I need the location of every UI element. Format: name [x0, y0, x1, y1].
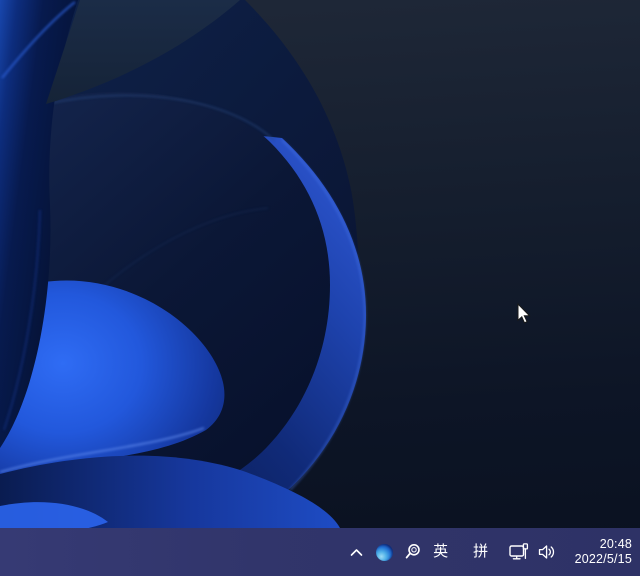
ime-pinyin-button[interactable]: 拼: [471, 536, 491, 568]
chevron-up-icon: [350, 548, 363, 557]
safely-remove-hardware-icon: [509, 543, 529, 561]
taskbar: 英 拼 20:48 2022/: [0, 528, 640, 576]
clock[interactable]: 20:48 2022/5/15: [575, 537, 632, 567]
ime-language-button[interactable]: 英: [431, 536, 451, 568]
safely-remove-hardware-button[interactable]: [509, 536, 529, 568]
clock-time: 20:48: [575, 537, 632, 552]
system-tray: 英 拼 20:48 2022/: [347, 528, 640, 576]
magnifier-tray-button[interactable]: [403, 536, 423, 568]
edge-sphere-icon: [376, 544, 393, 561]
clock-date: 2022/5/15: [575, 552, 632, 567]
desktop: 英 拼 20:48 2022/: [0, 0, 640, 576]
volume-icon: [538, 544, 556, 560]
volume-button[interactable]: [537, 536, 557, 568]
edge-tray-button[interactable]: [375, 536, 395, 568]
magnifier-icon: [404, 543, 422, 561]
wallpaper-bloom: [0, 0, 640, 576]
hidden-icons-button[interactable]: [347, 536, 367, 568]
